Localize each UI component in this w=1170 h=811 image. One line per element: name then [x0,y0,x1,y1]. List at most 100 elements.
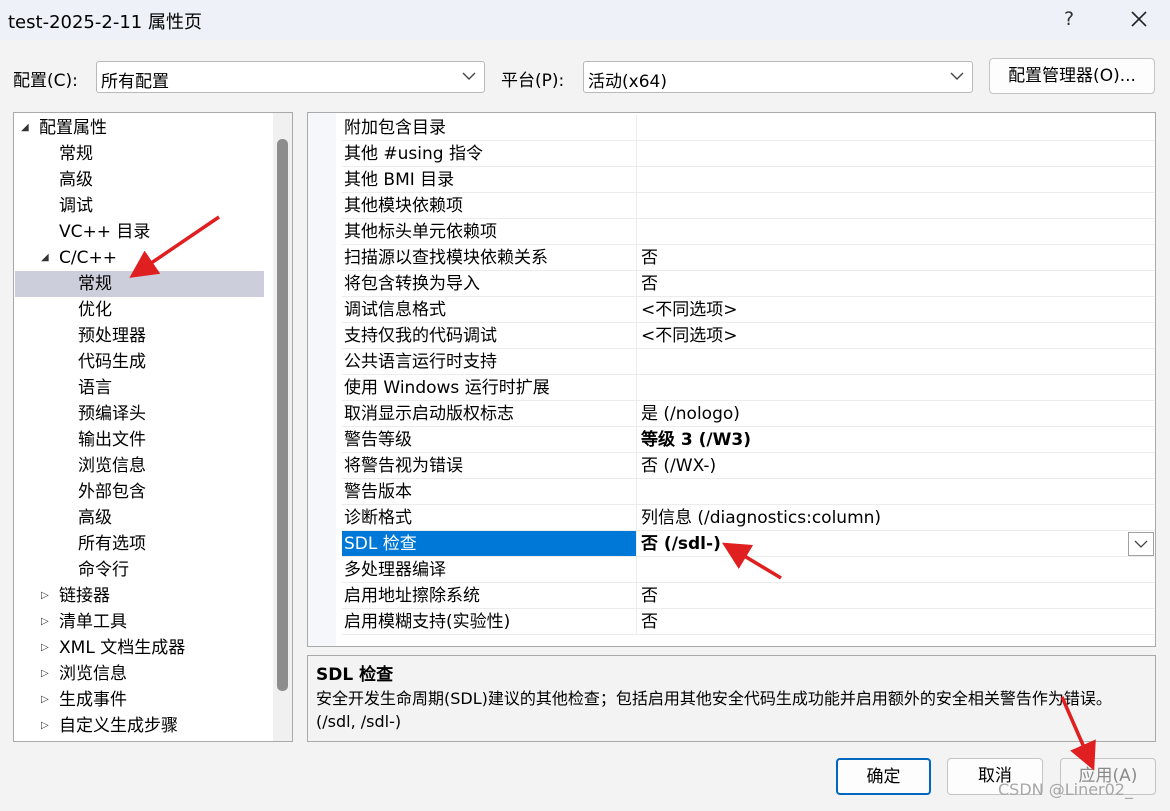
tree-item-label: 清单工具 [59,612,127,632]
property-name: 诊断格式 [342,505,636,531]
tree-item-cpp-child[interactable]: 代码生成 [15,349,264,375]
tree-item-cpp-child[interactable]: 预处理器 [15,323,264,349]
tree-item-cpp-child[interactable]: 优化 [15,297,264,323]
collapsed-arrow-icon[interactable]: ▷ [41,609,53,635]
property-name: 调试信息格式 [342,297,636,323]
collapsed-arrow-icon[interactable]: ▷ [41,583,53,609]
tree-item[interactable]: VC++ 目录 [15,219,264,245]
tree-item-collapsed[interactable]: ▷ XML 文档生成器 [15,635,264,661]
property-row[interactable]: 扫描源以查找模块依赖关系否 [336,245,1155,271]
tree-item-collapsed[interactable]: ▷ 清单工具 [15,609,264,635]
tree-item-root[interactable]: ◢ 配置属性 [15,115,264,141]
property-value[interactable]: 是 (/nologo) [636,401,1155,427]
property-row[interactable]: 公共语言运行时支持 [336,349,1155,375]
tree-item-collapsed[interactable]: ▷ 浏览信息 [15,661,264,687]
property-value[interactable] [636,115,1155,141]
property-tree: ◢ 配置属性 常规 高级 调试 VC++ 目录 ◢ C/C++ 常规 优化 预处理器 代码生成 语言 预编… [13,112,293,742]
property-row[interactable]: 取消显示启动版权标志是 (/nologo) [336,401,1155,427]
property-row[interactable]: 其他标头单元依赖项 [336,219,1155,245]
tree-item-cpp-child[interactable]: 浏览信息 [15,453,264,479]
tree-item-cpp-child[interactable]: 所有选项 [15,531,264,557]
property-row[interactable]: 其他 #using 指令 [336,141,1155,167]
property-row[interactable]: 附加包含目录 [336,115,1155,141]
platform-label: 平台(P): [501,71,565,91]
value-dropdown-button[interactable] [1128,532,1154,556]
property-row[interactable]: SDL 检查否 (/sdl-) [336,531,1155,557]
property-row[interactable]: 将警告视为错误否 (/WX-) [336,453,1155,479]
property-value[interactable] [636,557,1155,583]
expanded-arrow-icon[interactable]: ◢ [41,245,53,271]
tree-item-collapsed[interactable]: ▷ 自定义生成步骤 [15,713,264,739]
tree-item-cpp[interactable]: ◢ C/C++ [15,245,264,271]
tree-item-cpp-child[interactable]: 常规 [15,271,264,297]
property-value[interactable] [636,219,1155,245]
property-row[interactable]: 使用 Windows 运行时扩展 [336,375,1155,401]
tree-item[interactable]: 常规 [15,141,264,167]
property-row[interactable]: 启用地址擦除系统否 [336,583,1155,609]
tree-item[interactable]: 高级 [15,167,264,193]
tree-item-cpp-child[interactable]: 高级 [15,505,264,531]
collapsed-arrow-icon[interactable]: ▷ [41,713,53,739]
property-row[interactable]: 警告等级 等级 3 (/W3) [336,427,1155,453]
collapsed-arrow-icon[interactable]: ▷ [41,661,53,687]
config-manager-button[interactable]: 配置管理器(O)... [989,58,1155,94]
property-value[interactable]: <不同选项> [636,297,1155,323]
chevron-down-icon [1134,540,1148,548]
tree-item-label: 链接器 [59,586,110,606]
description-pane: SDL 检查 安全开发生命周期(SDL)建议的其他检查；包括启用其他安全代码生成… [307,655,1156,742]
window-title: test-2025-2-11 属性页 [8,12,202,33]
expanded-arrow-icon[interactable]: ◢ [21,115,33,141]
property-row[interactable]: 诊断格式 列信息 (/diagnostics:column) [336,505,1155,531]
config-combobox[interactable]: 所有配置 [96,61,485,93]
property-value[interactable] [636,479,1155,505]
property-name: 使用 Windows 运行时扩展 [342,375,636,401]
tree-item-collapsed[interactable]: ▷ 链接器 [15,583,264,609]
property-value[interactable] [636,375,1155,401]
property-row[interactable]: 将包含转换为导入否 [336,271,1155,297]
property-value[interactable]: 等级 3 (/W3) [636,427,1155,453]
property-row[interactable]: 支持仅我的代码调试 <不同选项> [336,323,1155,349]
tree-item-label: 浏览信息 [59,664,127,684]
help-button[interactable]: ? [1052,4,1086,34]
property-value[interactable] [636,193,1155,219]
tree-item-cpp-child[interactable]: 命令行 [15,557,264,583]
tree-item[interactable]: 调试 [15,193,264,219]
tree-item-label: 优化 [78,300,112,320]
title-bar: test-2025-2-11 属性页 ? [0,0,1170,40]
tree-item-label: VC++ 目录 [59,222,151,242]
tree-item-collapsed[interactable]: ▷ 生成事件 [15,687,264,713]
property-value[interactable]: <不同选项> [636,323,1155,349]
collapsed-arrow-icon[interactable]: ▷ [41,687,53,713]
tree-item-label: 所有选项 [78,534,146,554]
property-value[interactable] [636,349,1155,375]
property-row[interactable]: 调试信息格式 <不同选项> [336,297,1155,323]
property-row[interactable]: 其他 BMI 目录 [336,167,1155,193]
tree-item-cpp-child[interactable]: 外部包含 [15,479,264,505]
property-row[interactable]: 启用模糊支持(实验性) 否 [336,609,1155,635]
property-value[interactable]: 否 (/sdl-) [636,531,1155,557]
property-value[interactable]: 否 (/WX-) [636,453,1155,479]
ok-button[interactable]: 确定 [836,758,931,795]
tree-item-cpp-child[interactable]: 预编译头 [15,401,264,427]
property-row[interactable]: 其他模块依赖项 [336,193,1155,219]
property-name: 警告等级 [342,427,636,453]
property-value[interactable]: 否 [636,609,1155,635]
tree-scrollbar[interactable] [273,113,292,741]
property-value[interactable]: 列信息 (/diagnostics:column) [636,505,1155,531]
description-text: 安全开发生命周期(SDL)建议的其他检查；包括启用其他安全代码生成功能并启用额外… [316,689,1112,731]
tree-item-cpp-child[interactable]: 输出文件 [15,427,264,453]
tree-scroll-thumb[interactable] [277,139,288,691]
property-value[interactable]: 否 [636,271,1155,297]
property-row[interactable]: 多处理器编译 [336,557,1155,583]
property-grid: 附加包含目录 其他 #using 指令 其他 BMI 目录 其他模块依赖项 其他标头单元… [307,112,1156,647]
property-row[interactable]: 警告版本 [336,479,1155,505]
property-value[interactable] [636,167,1155,193]
tree-item-cpp-child[interactable]: 语言 [15,375,264,401]
close-button[interactable] [1120,4,1158,34]
platform-combobox[interactable]: 活动(x64) [583,61,973,93]
collapsed-arrow-icon[interactable]: ▷ [41,635,53,661]
property-value[interactable]: 否 [636,245,1155,271]
property-value[interactable]: 否 [636,583,1155,609]
property-value[interactable] [636,141,1155,167]
close-icon [1131,11,1147,27]
